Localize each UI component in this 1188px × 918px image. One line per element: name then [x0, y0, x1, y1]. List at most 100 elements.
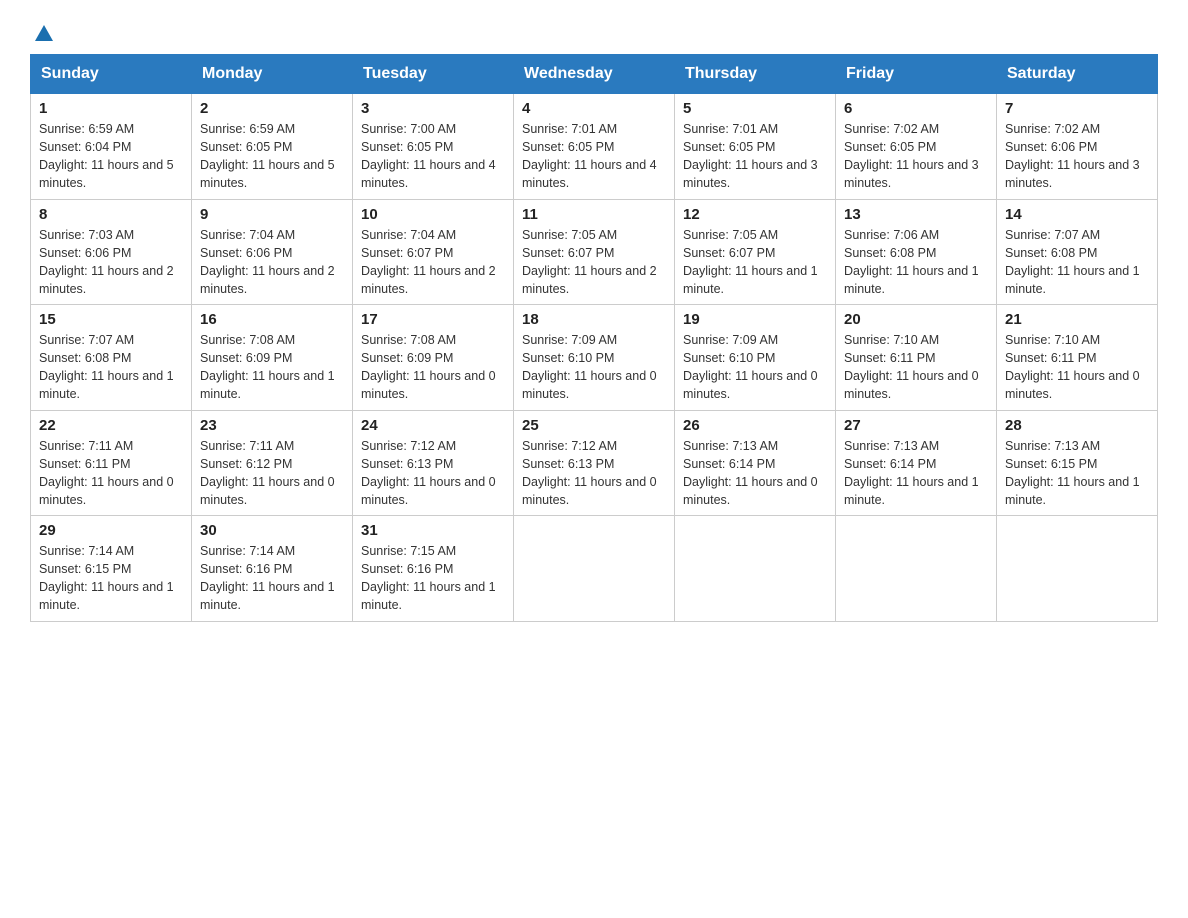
- calendar-week-row: 1 Sunrise: 6:59 AMSunset: 6:04 PMDayligh…: [31, 94, 1158, 200]
- day-info: Sunrise: 7:15 AMSunset: 6:16 PMDaylight:…: [361, 544, 496, 612]
- day-number: 13: [844, 206, 988, 223]
- day-info: Sunrise: 7:02 AMSunset: 6:05 PMDaylight:…: [844, 122, 979, 190]
- day-info: Sunrise: 7:13 AMSunset: 6:15 PMDaylight:…: [1005, 439, 1140, 507]
- calendar-cell: 31 Sunrise: 7:15 AMSunset: 6:16 PMDaylig…: [353, 516, 514, 622]
- calendar-week-row: 29 Sunrise: 7:14 AMSunset: 6:15 PMDaylig…: [31, 516, 1158, 622]
- calendar-table: SundayMondayTuesdayWednesdayThursdayFrid…: [30, 54, 1158, 622]
- day-number: 6: [844, 100, 988, 117]
- calendar-week-row: 15 Sunrise: 7:07 AMSunset: 6:08 PMDaylig…: [31, 305, 1158, 411]
- day-info: Sunrise: 6:59 AMSunset: 6:05 PMDaylight:…: [200, 122, 335, 190]
- day-info: Sunrise: 7:07 AMSunset: 6:08 PMDaylight:…: [39, 333, 174, 401]
- logo: [30, 20, 55, 38]
- day-info: Sunrise: 6:59 AMSunset: 6:04 PMDaylight:…: [39, 122, 174, 190]
- calendar-cell: 24 Sunrise: 7:12 AMSunset: 6:13 PMDaylig…: [353, 410, 514, 516]
- day-number: 25: [522, 417, 666, 434]
- day-number: 8: [39, 206, 183, 223]
- day-info: Sunrise: 7:12 AMSunset: 6:13 PMDaylight:…: [361, 439, 496, 507]
- day-number: 14: [1005, 206, 1149, 223]
- day-info: Sunrise: 7:12 AMSunset: 6:13 PMDaylight:…: [522, 439, 657, 507]
- calendar-cell: [836, 516, 997, 622]
- day-info: Sunrise: 7:07 AMSunset: 6:08 PMDaylight:…: [1005, 228, 1140, 296]
- calendar-cell: 10 Sunrise: 7:04 AMSunset: 6:07 PMDaylig…: [353, 199, 514, 305]
- day-number: 15: [39, 311, 183, 328]
- calendar-cell: 6 Sunrise: 7:02 AMSunset: 6:05 PMDayligh…: [836, 94, 997, 200]
- day-info: Sunrise: 7:02 AMSunset: 6:06 PMDaylight:…: [1005, 122, 1140, 190]
- calendar-cell: 29 Sunrise: 7:14 AMSunset: 6:15 PMDaylig…: [31, 516, 192, 622]
- day-number: 2: [200, 100, 344, 117]
- day-number: 21: [1005, 311, 1149, 328]
- day-header-tuesday: Tuesday: [353, 55, 514, 94]
- day-number: 19: [683, 311, 827, 328]
- day-info: Sunrise: 7:06 AMSunset: 6:08 PMDaylight:…: [844, 228, 979, 296]
- calendar-cell: 2 Sunrise: 6:59 AMSunset: 6:05 PMDayligh…: [192, 94, 353, 200]
- day-info: Sunrise: 7:08 AMSunset: 6:09 PMDaylight:…: [361, 333, 496, 401]
- day-number: 11: [522, 206, 666, 223]
- day-number: 31: [361, 522, 505, 539]
- day-number: 7: [1005, 100, 1149, 117]
- day-number: 30: [200, 522, 344, 539]
- day-number: 27: [844, 417, 988, 434]
- calendar-week-row: 22 Sunrise: 7:11 AMSunset: 6:11 PMDaylig…: [31, 410, 1158, 516]
- day-info: Sunrise: 7:01 AMSunset: 6:05 PMDaylight:…: [522, 122, 657, 190]
- day-info: Sunrise: 7:03 AMSunset: 6:06 PMDaylight:…: [39, 228, 174, 296]
- calendar-cell: 21 Sunrise: 7:10 AMSunset: 6:11 PMDaylig…: [997, 305, 1158, 411]
- day-number: 5: [683, 100, 827, 117]
- calendar-cell: [514, 516, 675, 622]
- day-header-wednesday: Wednesday: [514, 55, 675, 94]
- day-number: 3: [361, 100, 505, 117]
- day-number: 12: [683, 206, 827, 223]
- day-info: Sunrise: 7:09 AMSunset: 6:10 PMDaylight:…: [683, 333, 818, 401]
- day-header-thursday: Thursday: [675, 55, 836, 94]
- day-number: 26: [683, 417, 827, 434]
- day-info: Sunrise: 7:14 AMSunset: 6:15 PMDaylight:…: [39, 544, 174, 612]
- day-info: Sunrise: 7:05 AMSunset: 6:07 PMDaylight:…: [522, 228, 657, 296]
- day-info: Sunrise: 7:13 AMSunset: 6:14 PMDaylight:…: [844, 439, 979, 507]
- day-info: Sunrise: 7:08 AMSunset: 6:09 PMDaylight:…: [200, 333, 335, 401]
- calendar-cell: 3 Sunrise: 7:00 AMSunset: 6:05 PMDayligh…: [353, 94, 514, 200]
- calendar-cell: 27 Sunrise: 7:13 AMSunset: 6:14 PMDaylig…: [836, 410, 997, 516]
- day-number: 29: [39, 522, 183, 539]
- day-number: 24: [361, 417, 505, 434]
- day-info: Sunrise: 7:11 AMSunset: 6:11 PMDaylight:…: [39, 439, 174, 507]
- logo-triangle-icon: [33, 22, 55, 44]
- day-info: Sunrise: 7:05 AMSunset: 6:07 PMDaylight:…: [683, 228, 818, 296]
- day-header-saturday: Saturday: [997, 55, 1158, 94]
- calendar-cell: 30 Sunrise: 7:14 AMSunset: 6:16 PMDaylig…: [192, 516, 353, 622]
- calendar-cell: 17 Sunrise: 7:08 AMSunset: 6:09 PMDaylig…: [353, 305, 514, 411]
- calendar-cell: 28 Sunrise: 7:13 AMSunset: 6:15 PMDaylig…: [997, 410, 1158, 516]
- calendar-cell: 7 Sunrise: 7:02 AMSunset: 6:06 PMDayligh…: [997, 94, 1158, 200]
- calendar-cell: 5 Sunrise: 7:01 AMSunset: 6:05 PMDayligh…: [675, 94, 836, 200]
- day-info: Sunrise: 7:00 AMSunset: 6:05 PMDaylight:…: [361, 122, 496, 190]
- day-number: 1: [39, 100, 183, 117]
- day-info: Sunrise: 7:14 AMSunset: 6:16 PMDaylight:…: [200, 544, 335, 612]
- calendar-cell: 16 Sunrise: 7:08 AMSunset: 6:09 PMDaylig…: [192, 305, 353, 411]
- calendar-cell: 25 Sunrise: 7:12 AMSunset: 6:13 PMDaylig…: [514, 410, 675, 516]
- calendar-cell: 4 Sunrise: 7:01 AMSunset: 6:05 PMDayligh…: [514, 94, 675, 200]
- day-info: Sunrise: 7:04 AMSunset: 6:07 PMDaylight:…: [361, 228, 496, 296]
- calendar-cell: 26 Sunrise: 7:13 AMSunset: 6:14 PMDaylig…: [675, 410, 836, 516]
- calendar-cell: [997, 516, 1158, 622]
- day-info: Sunrise: 7:10 AMSunset: 6:11 PMDaylight:…: [1005, 333, 1140, 401]
- day-info: Sunrise: 7:01 AMSunset: 6:05 PMDaylight:…: [683, 122, 818, 190]
- day-number: 4: [522, 100, 666, 117]
- day-info: Sunrise: 7:13 AMSunset: 6:14 PMDaylight:…: [683, 439, 818, 507]
- calendar-cell: 13 Sunrise: 7:06 AMSunset: 6:08 PMDaylig…: [836, 199, 997, 305]
- calendar-week-row: 8 Sunrise: 7:03 AMSunset: 6:06 PMDayligh…: [31, 199, 1158, 305]
- day-number: 28: [1005, 417, 1149, 434]
- day-header-monday: Monday: [192, 55, 353, 94]
- calendar-cell: 15 Sunrise: 7:07 AMSunset: 6:08 PMDaylig…: [31, 305, 192, 411]
- day-info: Sunrise: 7:11 AMSunset: 6:12 PMDaylight:…: [200, 439, 335, 507]
- day-number: 17: [361, 311, 505, 328]
- day-number: 9: [200, 206, 344, 223]
- day-info: Sunrise: 7:09 AMSunset: 6:10 PMDaylight:…: [522, 333, 657, 401]
- calendar-cell: 8 Sunrise: 7:03 AMSunset: 6:06 PMDayligh…: [31, 199, 192, 305]
- day-number: 10: [361, 206, 505, 223]
- day-number: 20: [844, 311, 988, 328]
- day-number: 23: [200, 417, 344, 434]
- day-header-sunday: Sunday: [31, 55, 192, 94]
- calendar-cell: 19 Sunrise: 7:09 AMSunset: 6:10 PMDaylig…: [675, 305, 836, 411]
- page-header: [30, 20, 1158, 38]
- calendar-header-row: SundayMondayTuesdayWednesdayThursdayFrid…: [31, 55, 1158, 94]
- day-number: 16: [200, 311, 344, 328]
- calendar-cell: [675, 516, 836, 622]
